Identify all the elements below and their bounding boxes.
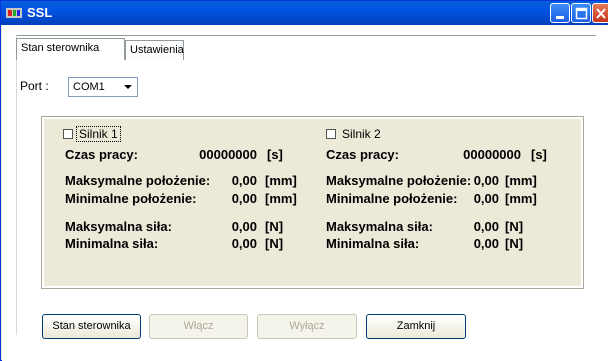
- turn-on-button[interactable]: Włącz: [149, 314, 248, 339]
- motor1-work-time-label: Czas pracy:: [65, 147, 138, 162]
- app-window: SSL Stan sterownika Ustawienia Port : CO…: [0, 0, 608, 361]
- port-select[interactable]: COM1: [68, 77, 138, 97]
- window-title: SSL: [27, 5, 53, 20]
- motor1-max-force-label: Maksymalna siła:: [65, 219, 172, 234]
- motor1-min-force-unit: [N]: [265, 236, 284, 251]
- motor2-min-force-value: 0,00: [473, 236, 499, 251]
- motor1-name[interactable]: Silnik 1: [76, 126, 121, 142]
- motor1-work-time-value: 00000000: [199, 147, 257, 162]
- motor2-name[interactable]: Silnik 2: [342, 127, 381, 141]
- motor2-checkbox[interactable]: [326, 129, 336, 139]
- motor1-min-force-value: 0,00: [231, 236, 257, 251]
- port-label: Port :: [20, 79, 49, 93]
- port-select-value: COM1: [73, 81, 105, 93]
- motor1-max-force-unit: [N]: [265, 219, 284, 234]
- motor1-work-time-unit: [s]: [267, 147, 283, 162]
- tab-ustawienia[interactable]: Ustawienia: [125, 40, 184, 60]
- maximize-button[interactable]: [571, 3, 591, 23]
- motor2-max-position-label: Maksymalne położenie:: [326, 173, 472, 188]
- chevron-down-icon: [124, 85, 132, 89]
- motor2-max-force-unit: [N]: [505, 219, 524, 234]
- motor1-min-force-label: Minimalna siła:: [65, 236, 159, 251]
- motor2-min-force-label: Minimalna siła:: [326, 236, 420, 251]
- motor1-min-position-unit: [mm]: [265, 191, 297, 206]
- motor2-min-position-unit: [mm]: [505, 191, 537, 206]
- status-button[interactable]: Stan sterownika: [42, 314, 141, 339]
- close-button[interactable]: Zamknij: [366, 314, 466, 339]
- motor1-min-position-value: 0,00: [231, 191, 257, 206]
- close-icon: [596, 8, 606, 19]
- motor2-work-time-unit: [s]: [531, 147, 547, 162]
- close-window-button[interactable]: [592, 3, 608, 23]
- app-icon: [6, 8, 22, 18]
- motor1-min-position-label: Minimalne położenie:: [65, 191, 197, 206]
- motor1-max-position-label: Maksymalne położenie:: [65, 173, 211, 188]
- maximize-icon: [575, 7, 588, 20]
- minimize-button[interactable]: [550, 3, 570, 23]
- tab-stan-sterownika[interactable]: Stan sterownika: [16, 38, 125, 60]
- motor2-max-force-label: Maksymalna siła:: [326, 219, 433, 234]
- motor1-max-force-value: 0,00: [231, 219, 257, 234]
- turn-off-button[interactable]: Wyłącz: [257, 314, 357, 339]
- motor1-max-position-unit: [mm]: [265, 173, 297, 188]
- motor2-max-position-value: 0,00: [473, 173, 499, 188]
- motor1-checkbox[interactable]: [63, 129, 73, 139]
- motor2-min-position-label: Minimalne położenie:: [326, 191, 458, 206]
- motor2-work-time-label: Czas pracy:: [326, 147, 399, 162]
- title-bar[interactable]: SSL: [1, 1, 608, 25]
- motor2-max-position-unit: [mm]: [505, 173, 537, 188]
- motor2-min-position-value: 0,00: [473, 191, 499, 206]
- port-dropdown-button[interactable]: [120, 79, 136, 95]
- motor2-max-force-value: 0,00: [473, 219, 499, 234]
- motor2-work-time-value: 00000000: [463, 147, 521, 162]
- minimize-icon: [556, 16, 564, 19]
- motor1-max-position-value: 0,00: [231, 173, 257, 188]
- motor2-min-force-unit: [N]: [505, 236, 524, 251]
